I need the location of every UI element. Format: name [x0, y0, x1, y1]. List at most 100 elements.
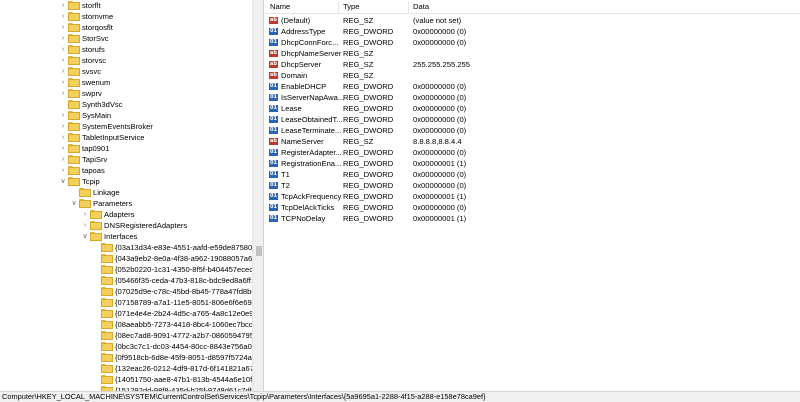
tree-item[interactable]: › tapoas: [0, 165, 252, 176]
folder-icon: [101, 265, 113, 274]
chevron-right-icon[interactable]: ›: [59, 88, 67, 99]
column-header-type[interactable]: Type: [338, 0, 408, 14]
chevron-down-icon[interactable]: ∨: [70, 198, 78, 209]
tree-item-label: SystemEventsBroker: [82, 122, 153, 131]
folder-icon: [101, 243, 113, 252]
value-row[interactable]: 01 TcpAckFrequency REG_DWORD 0x00000001 (1): [265, 191, 565, 202]
value-row[interactable]: 01 LeaseTerminate... REG_DWORD 0x00000000 (…: [265, 125, 565, 136]
tree-vertical-scrollbar[interactable]: [252, 0, 263, 391]
value-data: 0x00000000 (0): [413, 104, 467, 113]
tree-item[interactable]: ∨ Tcpip: [0, 176, 252, 187]
column-header-name[interactable]: Name: [265, 0, 343, 14]
value-row[interactable]: ab DhcpNameServer REG_SZ: [265, 48, 565, 59]
value-row[interactable]: 01 TCPNoDelay REG_DWORD 0x00000001 (1): [265, 213, 565, 224]
tree-item[interactable]: › Adapters: [0, 209, 252, 220]
tree-item[interactable]: {132eac26-0212-4df9-817d-6f141821a67f}: [0, 363, 252, 374]
value-name: NameServer: [281, 137, 324, 146]
value-row[interactable]: 01 IsServerNapAwa... REG_DWORD 0x00000000 (…: [265, 92, 565, 103]
tree-item[interactable]: › storqosflt: [0, 22, 252, 33]
chevron-right-icon[interactable]: ›: [59, 121, 67, 132]
tree-item[interactable]: › storflt: [0, 0, 252, 11]
value-type: REG_DWORD: [343, 148, 394, 157]
value-name: T1: [281, 170, 290, 179]
chevron-right-icon[interactable]: ›: [59, 143, 67, 154]
tree-item[interactable]: ∨ Interfaces: [0, 231, 252, 242]
chevron-right-icon[interactable]: ›: [59, 33, 67, 44]
registry-values-list[interactable]: Name Type Data ab (Default) REG_SZ (value n…: [265, 0, 800, 391]
reg-dword-icon: 01: [269, 204, 278, 211]
tree-item[interactable]: {14051750-aae8-47b1-813b-4544a6e10f98}: [0, 374, 252, 385]
tree-item[interactable]: {071e4e4e-2b24-4d5c-a765-4a8c12e0e9e6}: [0, 308, 252, 319]
value-row[interactable]: 01 RegistrationEna... REG_DWORD 0x00000001 …: [265, 158, 565, 169]
folder-icon: [101, 375, 113, 384]
value-data: 0x00000001 (1): [413, 159, 467, 168]
registry-key-tree[interactable]: › storflt › stornvme › storqosflt › StorSvc › sto…: [0, 0, 264, 391]
tree-item[interactable]: {07158789-a7a1-11e5-8051-806e6f6e6963}: [0, 297, 252, 308]
chevron-right-icon[interactable]: ›: [59, 55, 67, 66]
chevron-right-icon[interactable]: ›: [59, 110, 67, 121]
chevron-down-icon[interactable]: ∨: [81, 231, 89, 242]
tree-item[interactable]: › storvsc: [0, 55, 252, 66]
tree-item[interactable]: {0bc3c7c1-dc03-4454-80cc-8843e756a02d}: [0, 341, 252, 352]
value-row[interactable]: 01 RegisterAdapter... REG_DWORD 0x00000000 …: [265, 147, 565, 158]
tree-item[interactable]: › SystemEventsBroker: [0, 121, 252, 132]
tree-item[interactable]: {03a13d34-e83e-4551-aafd-e59de87580ff}: [0, 242, 252, 253]
folder-icon: [101, 298, 113, 307]
tree-item[interactable]: › DNSRegisteredAdapters: [0, 220, 252, 231]
folder-icon: [101, 254, 113, 263]
value-row[interactable]: ab DhcpServer REG_SZ 255.255.255.255: [265, 59, 565, 70]
tree-item[interactable]: › swprv: [0, 88, 252, 99]
tree-item[interactable]: › TapiSrv: [0, 154, 252, 165]
chevron-right-icon[interactable]: ›: [59, 132, 67, 143]
value-row[interactable]: 01 EnableDHCP REG_DWORD 0x00000000 (0): [265, 81, 565, 92]
chevron-right-icon[interactable]: ›: [81, 220, 89, 231]
tree-item[interactable]: {0f9518cb-6d8e-45f9-8051-d8597f5724ac}: [0, 352, 252, 363]
value-type: REG_DWORD: [343, 159, 394, 168]
value-row[interactable]: 01 TcpDelAckTicks REG_DWORD 0x00000000 (0): [265, 202, 565, 213]
tree-item[interactable]: › TabletInputService: [0, 132, 252, 143]
value-name: (Default): [281, 16, 311, 25]
tree-item[interactable]: › storufs: [0, 44, 252, 55]
value-row[interactable]: 01 AddressType REG_DWORD 0x00000000 (0): [265, 26, 565, 37]
tree-item[interactable]: › stornvme: [0, 11, 252, 22]
value-row[interactable]: 01 DhcpConnForc... REG_DWORD 0x00000000 (0): [265, 37, 565, 48]
tree-item[interactable]: {07025d9e-c78c-45bd-8b45-778a47fd8b60}: [0, 286, 252, 297]
chevron-right-icon[interactable]: ›: [59, 77, 67, 88]
value-row[interactable]: 01 Lease REG_DWORD 0x00000000 (0): [265, 103, 565, 114]
value-row[interactable]: ab Domain REG_SZ: [265, 70, 565, 81]
chevron-right-icon[interactable]: ›: [59, 165, 67, 176]
tree-item[interactable]: {052b0220-1c31-4350-8f5f-b404457ecec4}: [0, 264, 252, 275]
chevron-right-icon[interactable]: ›: [59, 0, 67, 11]
column-header-data[interactable]: Data: [408, 0, 608, 14]
tree-item[interactable]: {08aeabb5-7273-4418-8bc4-1060ec7bcc24}: [0, 319, 252, 330]
value-row[interactable]: ab (Default) REG_SZ (value not set): [265, 15, 565, 26]
tree-item[interactable]: {08ec7ad8-9091-4772-a2b7-0860594795d1}: [0, 330, 252, 341]
value-row[interactable]: 01 T2 REG_DWORD 0x00000000 (0): [265, 180, 565, 191]
chevron-right-icon[interactable]: ›: [59, 154, 67, 165]
tree-scroll-thumb[interactable]: [256, 246, 262, 256]
tree-item[interactable]: ∨ Parameters: [0, 198, 252, 209]
tree-item-label: SysMain: [82, 111, 112, 120]
value-name: EnableDHCP: [281, 82, 327, 91]
chevron-right-icon[interactable]: ›: [59, 66, 67, 77]
tree-item[interactable]: Linkage: [0, 187, 252, 198]
chevron-right-icon[interactable]: ›: [59, 22, 67, 33]
tree-item[interactable]: Synth3dVsc: [0, 99, 252, 110]
tree-item[interactable]: › swenum: [0, 77, 252, 88]
tree-item[interactable]: {05466f35-ceda-47b3-818c-bdc9ed8a6ff1}: [0, 275, 252, 286]
chevron-right-icon[interactable]: ›: [59, 44, 67, 55]
chevron-right-icon[interactable]: ›: [59, 11, 67, 22]
value-row[interactable]: 01 LeaseObtainedT... REG_DWORD 0x00000000 (…: [265, 114, 565, 125]
value-row[interactable]: 01 T1 REG_DWORD 0x00000000 (0): [265, 169, 565, 180]
value-type: REG_DWORD: [343, 126, 394, 135]
chevron-down-icon[interactable]: ∨: [59, 176, 67, 187]
tree-item[interactable]: › svsvc: [0, 66, 252, 77]
tree-item[interactable]: {043a9eb2-8e0a-4f38-a962-19088057a611}: [0, 253, 252, 264]
tree-item[interactable]: › tap0901: [0, 143, 252, 154]
folder-icon: [68, 45, 80, 54]
tree-item[interactable]: › SysMain: [0, 110, 252, 121]
chevron-right-icon[interactable]: ›: [81, 209, 89, 220]
value-row[interactable]: ab NameServer REG_SZ 8.8.8.8,8.8.4.4: [265, 136, 565, 147]
tree-item[interactable]: › StorSvc: [0, 33, 252, 44]
folder-icon: [79, 199, 91, 208]
